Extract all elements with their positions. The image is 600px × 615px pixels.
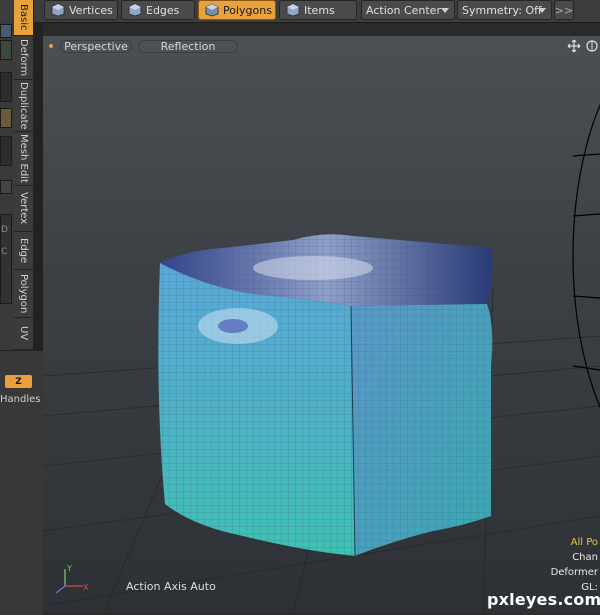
svg-text:Y: Y <box>66 564 72 573</box>
vertices-mode-button[interactable]: Vertices <box>44 0 118 20</box>
tab-edge[interactable]: Edge <box>14 232 33 270</box>
edges-mode-button[interactable]: Edges <box>121 0 195 20</box>
tab-label: UV <box>18 326 29 341</box>
tab-label: Polygon <box>18 273 29 314</box>
info-line: Chan <box>572 552 598 563</box>
polygons-mode-button[interactable]: Polygons <box>198 0 276 20</box>
sphere-wireframe <box>572 103 600 409</box>
more-label: >> <box>554 3 574 17</box>
handles-label: Handles <box>0 394 41 405</box>
symmetry-label: Symmetry: Off <box>462 3 542 17</box>
info-line: Deformer <box>550 567 598 578</box>
tool-field[interactable]: D C <box>0 214 12 304</box>
rotate-view-icon[interactable] <box>585 39 599 53</box>
tab-label: Deform <box>18 38 29 77</box>
action-axis-status: Action Axis Auto <box>126 580 216 593</box>
info-line: All Po <box>570 537 598 548</box>
view-type-label: Perspective <box>64 40 128 53</box>
items-label: Items <box>304 3 335 17</box>
polygon-cube-icon <box>205 3 219 17</box>
viewport-menu-dot-icon[interactable] <box>49 44 53 48</box>
mode-toolbar: Vertices Edges Polygons Items Action Cen… <box>0 0 600 23</box>
tool-dropdown[interactable] <box>0 72 12 102</box>
tool-icon-widget[interactable] <box>0 24 12 38</box>
z-axis-badge[interactable]: Z <box>5 375 32 388</box>
polygons-label: Polygons <box>223 3 272 17</box>
deformed-cube-mesh <box>158 234 493 557</box>
shading-mode-label: Reflection <box>160 40 216 53</box>
view-type-button[interactable]: Perspective <box>60 40 132 53</box>
shading-mode-button[interactable]: Reflection <box>138 40 238 53</box>
tool-properties-panel <box>0 350 43 615</box>
items-mode-button[interactable]: Items <box>279 0 357 20</box>
tab-mesh-edit[interactable]: Mesh Edit <box>14 132 33 186</box>
chevron-down-icon <box>441 8 449 13</box>
side-tabs: Basic Deform Duplicate Mesh Edit Vertex … <box>14 0 34 350</box>
vertices-label: Vertices <box>69 3 113 17</box>
edge-cube-icon <box>128 3 142 17</box>
tab-label: Mesh Edit <box>18 134 29 183</box>
tab-label: Edge <box>18 237 29 264</box>
action-center-label: Action Center <box>366 3 441 17</box>
symmetry-dropdown[interactable]: Symmetry: Off <box>457 0 552 20</box>
more-tools-button[interactable]: >> <box>554 0 574 20</box>
tab-uv[interactable]: UV <box>14 318 33 350</box>
viewport-scene: Y X <box>43 103 600 614</box>
viewport-header: Perspective Reflection <box>43 36 600 56</box>
tab-label: Vertex <box>18 192 29 225</box>
watermark-text: pxleyes.com <box>487 590 600 609</box>
tab-deform[interactable]: Deform <box>14 36 33 80</box>
item-cube-icon <box>286 3 300 17</box>
partial-letter: C <box>1 247 8 257</box>
tab-basic[interactable]: Basic <box>14 0 33 36</box>
tool-icon-widget[interactable] <box>0 108 12 128</box>
3d-viewport[interactable]: Y X <box>43 36 600 614</box>
tab-label: Duplicate <box>18 81 29 130</box>
tab-duplicate[interactable]: Duplicate <box>14 80 33 132</box>
vertex-cube-icon <box>51 3 65 17</box>
tab-polygon[interactable]: Polygon <box>14 270 33 318</box>
tool-dropdown[interactable] <box>0 136 12 166</box>
pan-move-icon[interactable] <box>567 39 581 53</box>
tool-field[interactable] <box>0 180 12 194</box>
edges-label: Edges <box>146 3 180 17</box>
tab-label: Basic <box>18 4 29 31</box>
svg-text:X: X <box>83 583 89 592</box>
chevron-down-icon <box>538 8 546 13</box>
tab-vertex[interactable]: Vertex <box>14 186 33 232</box>
action-center-dropdown[interactable]: Action Center <box>361 0 455 20</box>
tool-icon-widget[interactable] <box>0 40 12 60</box>
partial-letter: D <box>1 225 8 235</box>
